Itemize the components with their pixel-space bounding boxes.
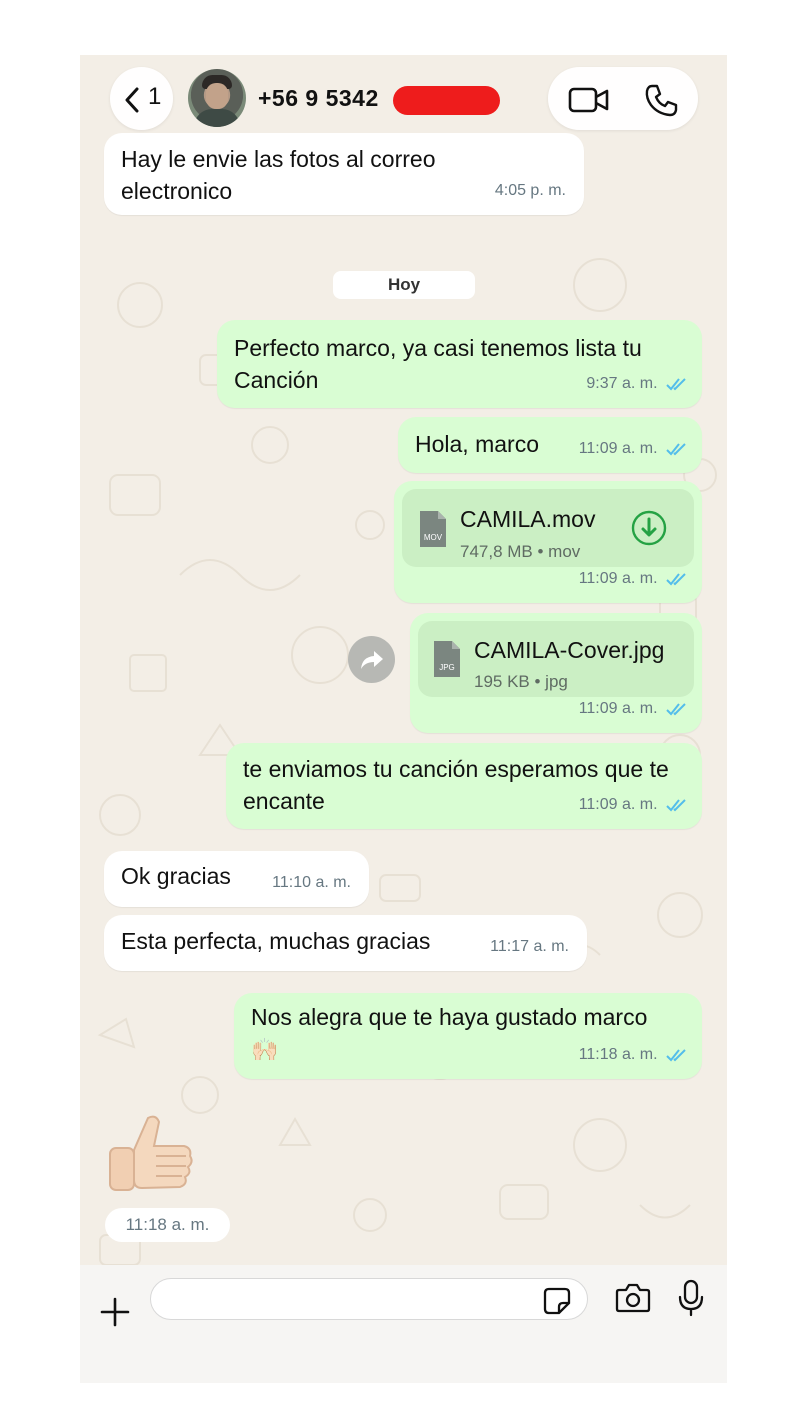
message-file[interactable]: MOV CAMILA.mov 747,8 MB • mov 11:09 a. m… <box>394 481 702 603</box>
video-call-icon[interactable] <box>568 86 610 114</box>
forward-button[interactable] <box>348 636 395 683</box>
message-time: 11:18 a. m. <box>105 1208 230 1242</box>
read-ticks-icon <box>666 1049 686 1062</box>
file-attachment[interactable]: JPG CAMILA-Cover.jpg 195 KB • jpg <box>418 621 694 697</box>
message-input[interactable] <box>150 1278 588 1320</box>
message-incoming[interactable]: Esta perfecta, muchas gracias 11:17 a. m… <box>104 915 587 971</box>
message-outgoing[interactable]: Nos alegra que te haya gustado marco 🙌🏻 … <box>234 993 702 1079</box>
message-text: Hay le envie las fotos al correo electro… <box>121 146 436 204</box>
message-outgoing[interactable]: Hola, marco 11:09 a. m. <box>398 417 702 473</box>
forward-icon <box>361 651 383 669</box>
date-divider: Hoy <box>333 271 475 299</box>
file-attachment[interactable]: MOV CAMILA.mov 747,8 MB • mov <box>402 489 694 567</box>
message-meta: 9:37 a. m. <box>586 368 688 400</box>
chat-screen: 1 +56 9 5342 Hay le envie las fotos al c… <box>80 55 727 1383</box>
message-time: 11:09 a. m. <box>578 440 658 457</box>
message-time: 9:37 a. m. <box>586 375 658 392</box>
call-actions <box>548 67 698 130</box>
sticker-icon[interactable] <box>543 1287 571 1315</box>
contact-avatar[interactable] <box>188 69 246 127</box>
message-meta: 11:09 a. m. <box>579 693 688 725</box>
message-outgoing[interactable]: te enviamos tu canción esperamos que te … <box>226 743 702 829</box>
document-icon: MOV <box>420 511 446 547</box>
document-icon: JPG <box>434 641 460 677</box>
redaction-mark <box>393 86 500 115</box>
plus-icon[interactable] <box>100 1297 130 1327</box>
message-meta: 11:09 a. m. <box>579 789 688 821</box>
message-time: 11:18 a. m. <box>578 1046 658 1063</box>
read-ticks-icon <box>666 443 686 456</box>
message-meta: 11:18 a. m. <box>579 1039 688 1071</box>
microphone-icon[interactable] <box>678 1279 704 1317</box>
read-ticks-icon <box>666 703 686 716</box>
download-icon[interactable] <box>630 509 668 547</box>
read-ticks-icon <box>666 378 686 391</box>
message-meta: 11:09 a. m. <box>579 433 688 465</box>
file-name: CAMILA-Cover.jpg <box>474 637 665 663</box>
message-outgoing[interactable]: Perfecto marco, ya casi tenemos lista tu… <box>217 320 702 408</box>
raising-hands-emoji: 🙌🏻 <box>251 1037 279 1062</box>
file-ext: MOV <box>424 533 443 542</box>
chevron-left-icon <box>125 87 139 113</box>
message-incoming[interactable]: Hay le envie las fotos al correo electro… <box>104 133 584 215</box>
file-info: 195 KB • jpg <box>474 672 568 691</box>
composer-bar <box>80 1265 727 1383</box>
message-text-body: Nos alegra que te haya gustado marco <box>251 1004 648 1030</box>
unread-count: 1 <box>148 83 162 110</box>
read-ticks-icon <box>666 799 686 812</box>
message-file[interactable]: JPG CAMILA-Cover.jpg 195 KB • jpg 11:09 … <box>410 613 702 733</box>
read-ticks-icon <box>666 573 686 586</box>
file-name: CAMILA.mov <box>460 506 596 532</box>
back-button[interactable]: 1 <box>110 67 173 130</box>
camera-icon[interactable] <box>615 1283 651 1313</box>
file-ext: JPG <box>439 663 455 672</box>
message-time: 11:09 a. m. <box>578 700 658 717</box>
thumbs-up-icon <box>109 1115 193 1191</box>
contact-name[interactable]: +56 9 5342 <box>258 85 379 112</box>
file-info: 747,8 MB • mov <box>460 542 581 561</box>
message-incoming[interactable]: Ok gracias 11:10 a. m. <box>104 851 369 907</box>
message-meta: 11:09 a. m. <box>579 563 688 595</box>
message-time: 11:09 a. m. <box>578 570 658 587</box>
thumbs-up-sticker[interactable] <box>104 1110 196 1207</box>
message-time: 11:10 a. m. <box>272 874 351 891</box>
message-time: 4:05 p. m. <box>494 182 566 199</box>
message-time: 11:09 a. m. <box>578 796 658 813</box>
phone-icon[interactable] <box>644 83 678 117</box>
message-time: 11:17 a. m. <box>490 938 569 955</box>
